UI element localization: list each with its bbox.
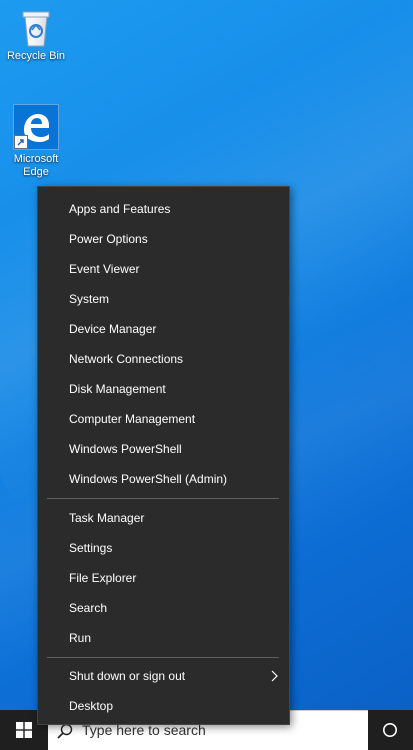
menu-item-device-manager[interactable]: Device Manager: [38, 314, 289, 344]
menu-item-file-explorer[interactable]: File Explorer: [38, 563, 289, 593]
menu-item-windows-powershell-admin[interactable]: Windows PowerShell (Admin): [38, 464, 289, 494]
menu-item-label: Network Connections: [69, 352, 184, 366]
chevron-right-icon: [271, 670, 278, 682]
cortana-button[interactable]: [368, 710, 413, 750]
menu-item-label: Settings: [69, 541, 113, 555]
menu-item-search[interactable]: Search: [38, 593, 289, 623]
menu-item-label: Search: [69, 601, 108, 615]
menu-item-label: Windows PowerShell (Admin): [69, 472, 228, 486]
menu-item-network-connections[interactable]: Network Connections: [38, 344, 289, 374]
menu-item-desktop[interactable]: Desktop: [38, 691, 289, 721]
menu-item-computer-management[interactable]: Computer Management: [38, 404, 289, 434]
search-icon: [57, 723, 73, 739]
menu-item-power-options[interactable]: Power Options: [38, 224, 289, 254]
menu-item-run[interactable]: Run: [38, 623, 289, 653]
desktop-icon-microsoft-edge[interactable]: Microsoft Edge: [0, 104, 72, 179]
menu-item-label: System: [69, 292, 110, 306]
menu-item-shut-down-or-sign-out[interactable]: Shut down or sign out: [38, 661, 289, 691]
menu-item-label: Desktop: [69, 699, 114, 713]
menu-item-task-manager[interactable]: Task Manager: [38, 503, 289, 533]
menu-item-label: Computer Management: [69, 412, 196, 426]
menu-separator: [47, 498, 279, 499]
cortana-circle-icon: [383, 723, 397, 737]
menu-item-apps-and-features[interactable]: Apps and Features: [38, 194, 289, 224]
menu-item-disk-management[interactable]: Disk Management: [38, 374, 289, 404]
shortcut-arrow-icon: [14, 135, 28, 149]
menu-item-settings[interactable]: Settings: [38, 533, 289, 563]
menu-item-windows-powershell[interactable]: Windows PowerShell: [38, 434, 289, 464]
desktop-icon-label: Recycle Bin: [6, 50, 66, 62]
menu-separator: [47, 657, 279, 658]
menu-item-system[interactable]: System: [38, 284, 289, 314]
menu-item-label: Event Viewer: [69, 262, 140, 276]
menu-item-label: Apps and Features: [69, 202, 171, 216]
desktop-icon-recycle-bin[interactable]: Recycle Bin: [0, 6, 72, 63]
desktop-icon-label: Microsoft Edge: [13, 153, 59, 178]
menu-item-label: Power Options: [69, 232, 148, 246]
desktop: Recycle Bin Microsoft Edge Apps and Feat…: [0, 0, 413, 750]
menu-item-label: Shut down or sign out: [69, 669, 186, 683]
menu-item-label: File Explorer: [69, 571, 137, 585]
winx-context-menu: Apps and Features Power Options Event Vi…: [37, 186, 290, 725]
windows-logo-icon: [16, 722, 32, 738]
edge-tile: [13, 104, 59, 150]
menu-item-label: Disk Management: [69, 382, 166, 396]
menu-item-label: Run: [69, 631, 92, 645]
menu-item-label: Windows PowerShell: [69, 442, 182, 456]
recycle-bin-icon: [22, 11, 50, 47]
menu-item-event-viewer[interactable]: Event Viewer: [38, 254, 289, 284]
menu-item-label: Device Manager: [69, 322, 157, 336]
menu-item-label: Task Manager: [69, 511, 145, 525]
